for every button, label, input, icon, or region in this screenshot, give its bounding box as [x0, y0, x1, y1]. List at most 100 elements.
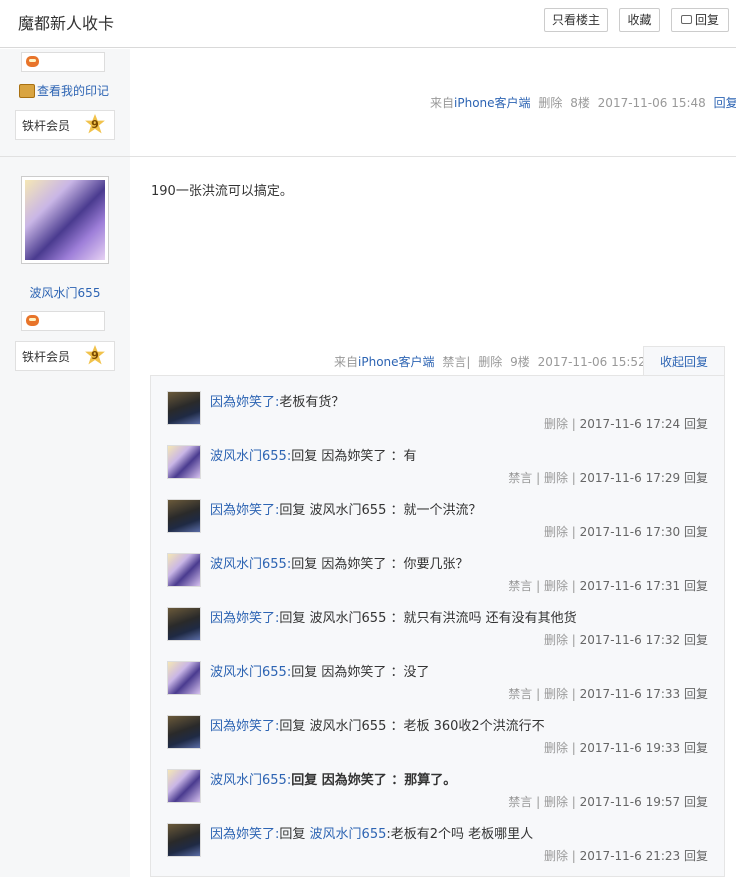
reply-link[interactable]: 回复	[684, 471, 708, 485]
reply-meta: 禁言 | 删除 | 2017-11-6 17:29 回复	[508, 469, 708, 486]
reply-avatar[interactable]	[167, 553, 201, 587]
client-link[interactable]: iPhone客户端	[358, 355, 435, 369]
reply-line: 因為妳笑了:老板有货？	[210, 391, 344, 410]
only-op-button[interactable]: 只看楼主	[544, 8, 608, 32]
reply-meta: 删除 | 2017-11-6 17:32 回复	[544, 631, 708, 648]
reply-meta: 删除 | 2017-11-6 19:33 回复	[544, 739, 708, 756]
reply-link[interactable]: 回复	[684, 687, 708, 701]
reply-actions[interactable]: 删除 |	[544, 633, 576, 647]
member-level: 9	[91, 349, 99, 362]
reply-line: 波风水门655:回复 因為妳笑了 ：有	[210, 445, 416, 464]
reply-text: 回复 波风水门655 ：老板 360收2个洪流行不	[279, 719, 545, 734]
reply-meta: 删除 | 2017-11-6 17:24 回复	[544, 415, 708, 432]
reply-avatar[interactable]	[167, 445, 201, 479]
reply-link[interactable]: 回复	[684, 633, 708, 647]
reply-meta: 禁言 | 删除 | 2017-11-6 17:31 回复	[508, 577, 708, 594]
reply-actions[interactable]: 删除 |	[544, 741, 576, 755]
reply-link[interactable]: 回复	[684, 417, 708, 431]
reply-author[interactable]: 因為妳笑了:	[210, 395, 279, 410]
badge-slot	[21, 311, 105, 331]
reply-author[interactable]: 因為妳笑了:	[210, 719, 279, 734]
reply-author[interactable]: 波风水门655:	[210, 449, 291, 464]
reply-item: 因為妳笑了:老板有货？ 删除 | 2017-11-6 17:24 回复	[151, 391, 724, 445]
reply-link[interactable]: 回复	[684, 795, 708, 809]
reply-actions[interactable]: 禁言 | 删除 |	[508, 471, 576, 485]
reply-avatar[interactable]	[167, 391, 201, 425]
reply-text: :老板有2个吗 老板哪里人	[386, 827, 534, 842]
favorite-button[interactable]: 收藏	[619, 8, 660, 32]
reply-line: 因為妳笑了:回复 波风水门655:老板有2个吗 老板哪里人	[210, 823, 533, 842]
floor9-meta: 来自iPhone客户端 禁言| 删除 9楼 2017-11-06 15:52	[334, 353, 650, 370]
delete-link[interactable]: 删除	[538, 96, 562, 110]
reply-text: 回复 因為妳笑了 ：你要几张？	[291, 557, 469, 572]
badge-slot	[21, 52, 105, 72]
reply-prefix: 回复	[279, 827, 306, 842]
thread-header: 魔都新人收卡 只看楼主 收藏 回复	[0, 0, 736, 48]
reply-line: 波风水门655:回复 因為妳笑了 ：没了	[210, 661, 429, 680]
floor-number: 8楼	[570, 96, 590, 110]
avatar-image	[25, 180, 105, 260]
client-link[interactable]: iPhone客户端	[454, 96, 531, 110]
reply-line: 因為妳笑了:回复 波风水门655 ：老板 360收2个洪流行不	[210, 715, 545, 734]
reply-avatar[interactable]	[167, 607, 201, 641]
reply-actions[interactable]: 禁言 | 删除 |	[508, 795, 576, 809]
reply-line: 因為妳笑了:回复 波风水门655 ：就一个洪流？	[210, 499, 481, 518]
reply-avatar[interactable]	[167, 769, 201, 803]
reply-actions[interactable]: 删除 |	[544, 525, 576, 539]
user-avatar[interactable]	[21, 176, 109, 264]
reply-item: 因為妳笑了:回复 波风水门655 ：就只有洪流吗 还有没有其他货 删除 | 20…	[151, 607, 724, 661]
reply-author[interactable]: 因為妳笑了:	[210, 827, 279, 842]
reply-meta: 删除 | 2017-11-6 21:23 回复	[544, 847, 708, 864]
ban-link[interactable]: 禁言	[442, 355, 466, 369]
reply-link[interactable]: 回复	[684, 525, 708, 539]
reply-meta: 禁言 | 删除 | 2017-11-6 17:33 回复	[508, 685, 708, 702]
reply-time: 2017-11-6 17:33	[579, 687, 681, 701]
reply-item: 波风水门655:回复 因為妳笑了 ：那算了。 禁言 | 删除 | 2017-11…	[151, 769, 724, 823]
reply-link[interactable]: 回复	[684, 579, 708, 593]
reply-item: 因為妳笑了:回复 波风水门655:老板有2个吗 老板哪里人 删除 | 2017-…	[151, 823, 724, 877]
reply-text: 回复 波风水门655 ：就一个洪流？	[279, 503, 482, 518]
reply-author[interactable]: 因為妳笑了:	[210, 503, 279, 518]
member-level: 9	[91, 118, 99, 131]
username-link[interactable]: 波风水门655	[0, 284, 130, 301]
reply-button[interactable]: 回复	[671, 8, 729, 32]
reply-time: 2017-11-6 19:33	[579, 741, 681, 755]
reply-time: 2017-11-6 21:23	[579, 849, 681, 863]
reply-author[interactable]: 波风水门655:	[210, 665, 291, 680]
reply-avatar[interactable]	[167, 499, 201, 533]
reply-actions[interactable]: 删除 |	[544, 417, 576, 431]
reply-time: 2017-11-6 19:57	[579, 795, 681, 809]
reply-text: 回复 因為妳笑了 ：没了	[291, 665, 430, 680]
from-label: 来自	[334, 355, 359, 369]
reply-text: 回复 波风水门655 ：就只有洪流吗 还有没有其他货	[279, 611, 577, 626]
reply-time: 2017-11-6 17:30	[579, 525, 681, 539]
reply-item: 因為妳笑了:回复 波风水门655 ：就一个洪流？ 删除 | 2017-11-6 …	[151, 499, 724, 553]
view-imprint-link[interactable]: 查看我的印记	[19, 82, 109, 99]
reply-avatar[interactable]	[167, 661, 201, 695]
reply-link[interactable]: 回复	[684, 741, 708, 755]
floor8-meta: 来自iPhone客户端 删除 8楼 2017-11-06 15:48 回复	[430, 94, 736, 111]
reply-link[interactable]: 回复	[684, 849, 708, 863]
reply-time: 2017-11-6 17:31	[579, 579, 681, 593]
reply-actions[interactable]: 禁言 | 删除 |	[508, 579, 576, 593]
reply-mention[interactable]: 波风水门655	[310, 827, 387, 842]
reply-line: 因為妳笑了:回复 波风水门655 ：就只有洪流吗 还有没有其他货	[210, 607, 577, 626]
reply-avatar[interactable]	[167, 823, 201, 857]
imprint-label: 查看我的印记	[37, 84, 110, 98]
thread-title: 魔都新人收卡	[18, 14, 115, 33]
reply-author[interactable]: 波风水门655:	[210, 557, 291, 572]
reply-actions[interactable]: 禁言 | 删除 |	[508, 687, 576, 701]
reply-item: 因為妳笑了:回复 波风水门655 ：老板 360收2个洪流行不 删除 | 201…	[151, 715, 724, 769]
member-badge[interactable]: 铁杆会员 9	[15, 110, 115, 140]
reply-author[interactable]: 因為妳笑了:	[210, 611, 279, 626]
member-badge[interactable]: 铁杆会员 9	[15, 341, 115, 371]
delete-link[interactable]: 删除	[478, 355, 502, 369]
floor-reply-link[interactable]: 回复	[714, 96, 736, 110]
member-label: 铁杆会员	[22, 119, 71, 133]
post-content: 190一张洪流可以搞定。	[151, 184, 293, 199]
collapse-replies-tab[interactable]: 收起回复	[643, 346, 725, 376]
reply-avatar[interactable]	[167, 715, 201, 749]
reply-time: 2017-11-6 17:29	[579, 471, 681, 485]
reply-actions[interactable]: 删除 |	[544, 849, 576, 863]
reply-author[interactable]: 波风水门655:	[210, 773, 291, 788]
